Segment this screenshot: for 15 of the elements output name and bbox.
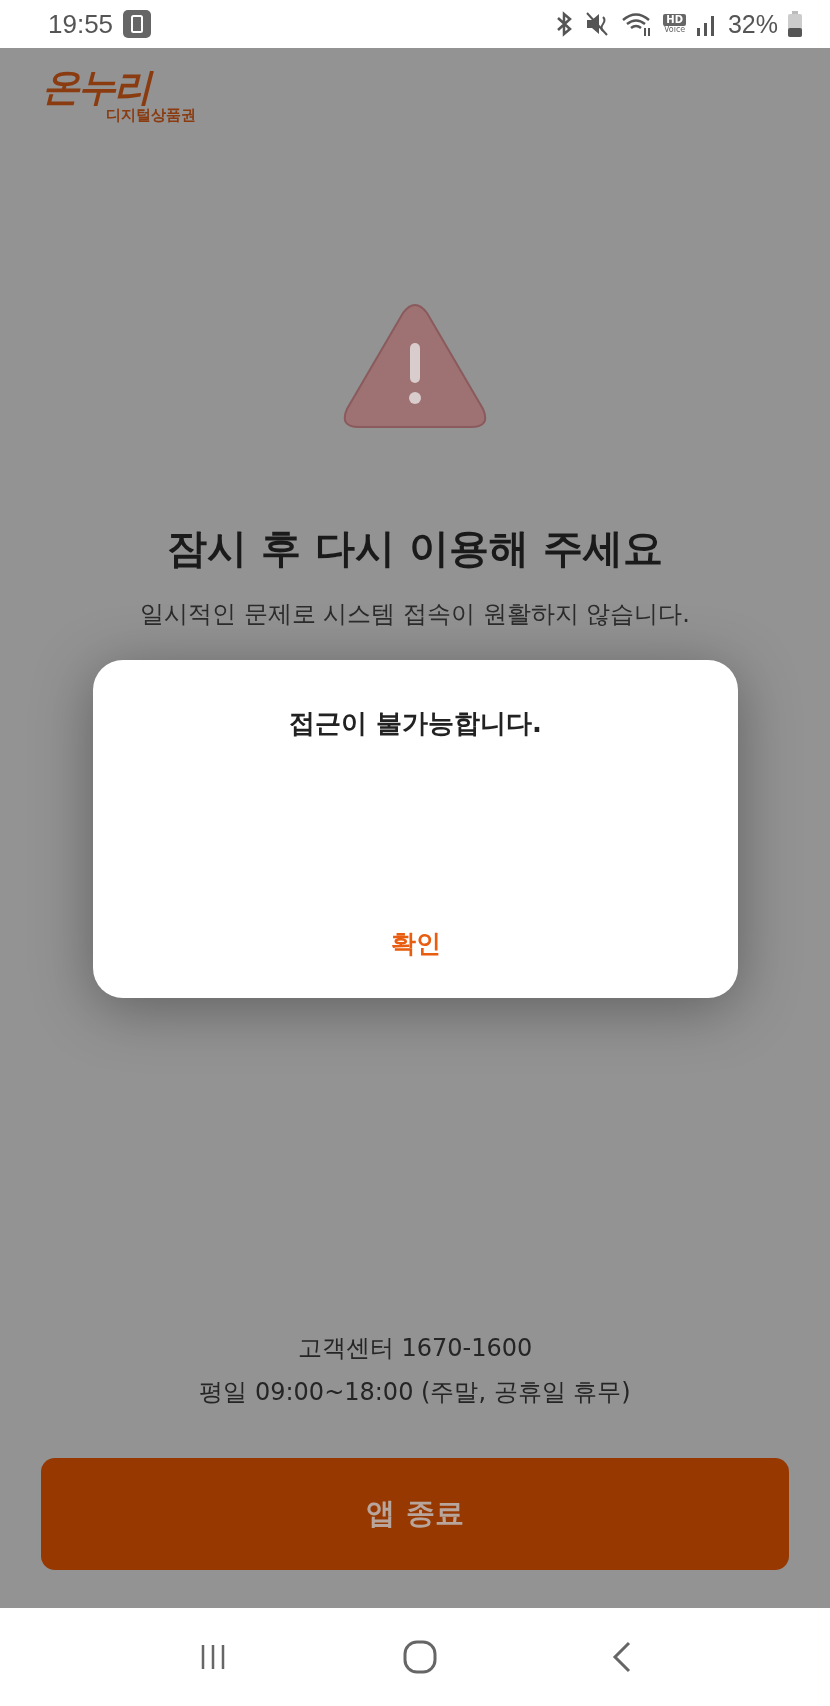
support-hours: 평일 09:00~18:00 (주말, 공휴일 휴무) (199, 1377, 631, 1408)
error-message: 일시적인 문제로 시스템 접속이 원활하지 않습니다. (140, 599, 690, 630)
warning-icon (343, 303, 487, 429)
dialog-message: 접근이 불가능합니다. (289, 707, 542, 740)
logo-subtitle: 디지털상품권 (106, 106, 196, 125)
battery-icon (788, 11, 802, 37)
screenshot-icon (123, 10, 152, 38)
home-icon[interactable] (403, 1640, 437, 1674)
back-icon[interactable] (612, 1641, 633, 1673)
battery-percent: 32% (727, 9, 778, 39)
error-title: 잠시 후 다시 이용해 주세요 (167, 524, 663, 573)
support-phone: 고객센터 1670-1600 (297, 1333, 533, 1364)
exit-app-button[interactable]: 앱 종료 (41, 1458, 789, 1570)
status-time: 19:55 (48, 8, 114, 40)
confirm-button[interactable]: 확인 (370, 921, 461, 966)
